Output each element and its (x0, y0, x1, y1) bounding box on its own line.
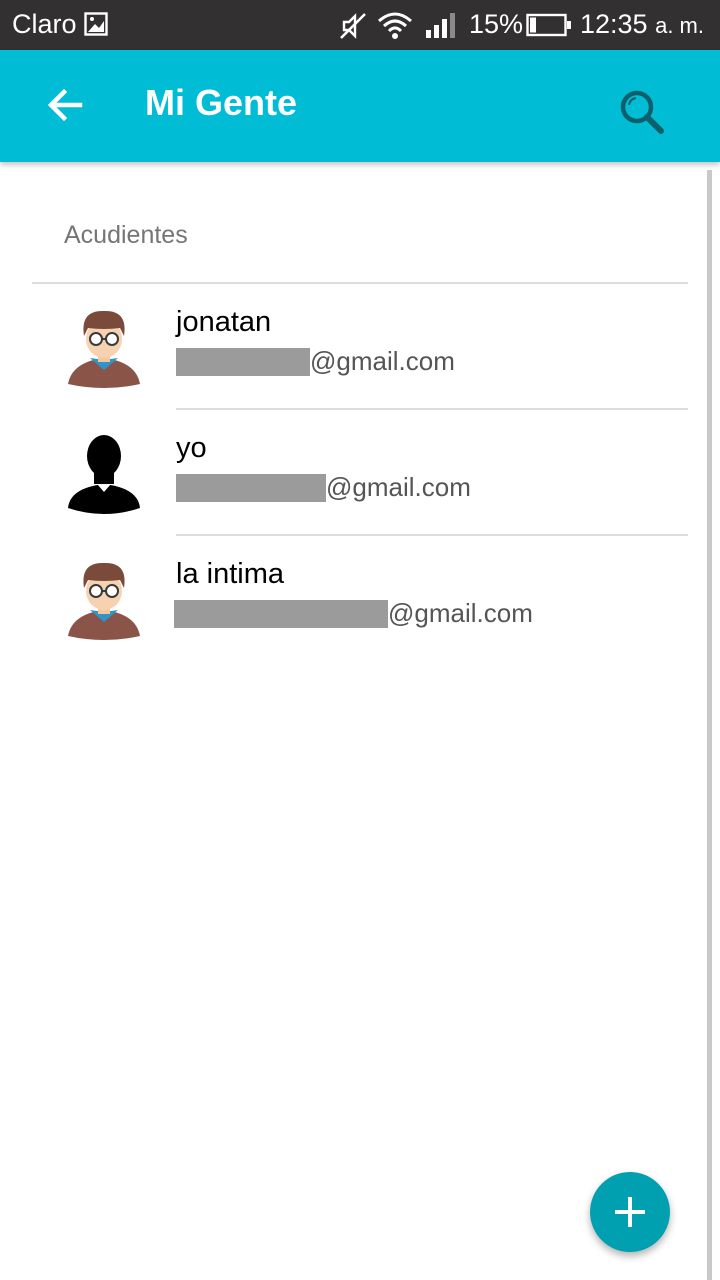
app-bar: Mi Gente (0, 50, 720, 162)
signal-icon (426, 13, 455, 38)
contact-name: yo (176, 432, 207, 464)
carrier-label: Claro (12, 9, 77, 39)
glasses-man-avatar-icon (68, 562, 140, 640)
plus-icon (615, 1197, 645, 1227)
add-contact-button[interactable] (590, 1172, 670, 1252)
contact-email: @gmail.com (326, 472, 471, 502)
mute-icon (340, 13, 366, 39)
page-title: Mi Gente (145, 82, 298, 123)
contact-item[interactable]: jonatan @gmail.com (0, 284, 700, 408)
redacted-email (176, 474, 326, 502)
contact-name: la intima (176, 558, 284, 590)
contact-email: @gmail.com (388, 598, 533, 628)
glasses-man-avatar-icon (68, 310, 140, 388)
clock-time: 12:35 (580, 9, 648, 39)
battery-icon (526, 13, 571, 37)
silhouette-avatar-icon (68, 435, 140, 514)
contact-item[interactable]: la intima @gmail.com (0, 536, 700, 660)
redacted-email (176, 348, 310, 376)
contact-email: @gmail.com (310, 346, 455, 376)
clock-ampm: a. m. (655, 13, 704, 38)
search-icon[interactable] (618, 88, 666, 136)
clock: 12:35 a. m. (580, 9, 704, 40)
scrollbar[interactable] (707, 170, 712, 1280)
arrow-back-icon[interactable] (44, 84, 86, 126)
battery-percent: 15% (469, 9, 524, 39)
contact-name: jonatan (176, 306, 272, 338)
status-bar: Claro 15% 12:35 a. m. (0, 0, 720, 50)
wifi-icon (378, 12, 412, 39)
contact-item[interactable]: yo @gmail.com (0, 410, 700, 534)
section-header: Acudientes (64, 221, 188, 249)
image-notification-icon (84, 12, 108, 36)
redacted-email (174, 600, 388, 628)
